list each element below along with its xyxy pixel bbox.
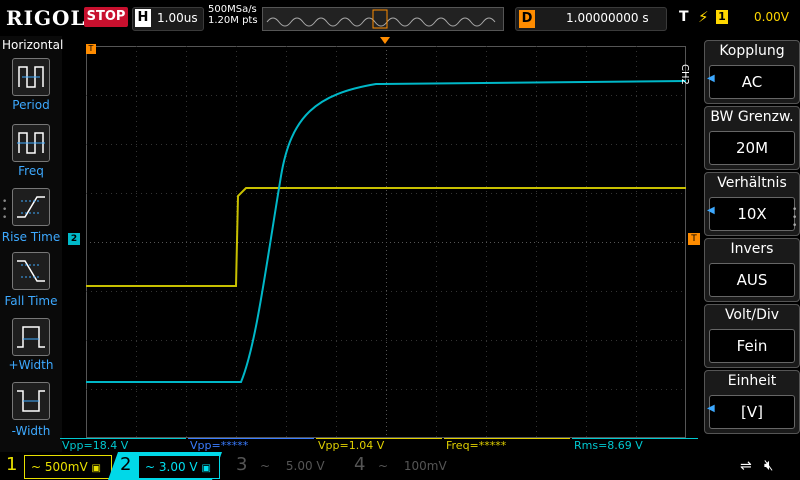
channel-4-scale[interactable]: ~ 100mV <box>372 455 468 477</box>
left-arrow-icon: ◀ <box>707 73 715 84</box>
menu-volt-div[interactable]: Volt/Div Fein <box>704 304 800 368</box>
rising-edge-icon: ⚡ <box>698 8 709 26</box>
bw-limit-icon: ▣ <box>91 463 101 474</box>
minus-width-icon[interactable] <box>12 382 50 420</box>
menu-item-rise-time[interactable]: Rise Time <box>0 230 62 244</box>
menu-bw-limit-title: BW Grenzw. <box>710 109 794 125</box>
channel-settings-menu: Kopplung AC ◀ BW Grenzw. 20M Verhältnis … <box>704 40 800 436</box>
trigger-label: T <box>679 9 689 25</box>
menu-invert-title: Invers <box>730 241 774 257</box>
measurement-bar: Vpp=18.4 V Vpp=***** Vpp=1.04 V Freq=***… <box>60 438 700 452</box>
rigol-logo: RIGOL <box>6 6 86 30</box>
speaker-muted-icon[interactable]: 🔇︎ <box>764 456 773 474</box>
channel-1-scale-value: 500mV <box>44 460 88 474</box>
delay-value: 1.00000000 s <box>566 11 649 25</box>
menu-title: Horizontal <box>2 38 64 52</box>
menu-scroll-dots: • • • <box>792 205 798 231</box>
channel-tag: CH2 <box>679 64 690 85</box>
menu-coupling-value[interactable]: AC <box>709 65 795 99</box>
memory-overview-strip[interactable] <box>262 7 504 31</box>
rise-time-icon[interactable] <box>12 188 50 226</box>
ac-coupling-icon: ~ <box>260 459 271 473</box>
ac-coupling-icon: ~ <box>31 460 42 474</box>
ac-coupling-icon: ~ <box>378 459 389 473</box>
channel-2-number[interactable]: 2 <box>120 454 131 475</box>
channel-1-number[interactable]: 1 <box>6 454 17 475</box>
trigger-box[interactable]: T ⚡ 1 0.00V <box>676 7 796 29</box>
memory-waveform-icon <box>266 9 496 29</box>
channel-4-scale-value: 100mV <box>403 459 447 473</box>
sample-rate: 500MSa/s <box>208 4 257 15</box>
fall-time-icon[interactable] <box>12 252 50 290</box>
ch2-offset-marker[interactable]: 2 <box>68 233 80 245</box>
menu-invert-value[interactable]: AUS <box>709 263 795 297</box>
channel-3-scale[interactable]: ~ 5.00 V <box>254 455 350 477</box>
timebase-box[interactable]: H 1.00us <box>132 7 204 31</box>
bw-limit-icon: ▣ <box>201 463 211 474</box>
memory-points: 1.20M pts <box>208 15 258 26</box>
channel-3-scale-value: 5.00 V <box>285 459 325 473</box>
menu-item-fall-time[interactable]: Fall Time <box>0 294 62 308</box>
channel-2-scale[interactable]: ~ 3.00 V ▣ <box>138 455 220 479</box>
freq-icon[interactable] <box>12 124 50 162</box>
measurement-ch2-vpp[interactable]: Vpp=18.4 V <box>60 438 186 452</box>
trigger-level-marker[interactable]: T <box>688 233 700 245</box>
menu-unit-value[interactable]: [V] <box>709 395 795 429</box>
trigger-source: 1 <box>716 10 728 24</box>
channel-1-scale[interactable]: ~ 500mV ▣ <box>24 455 112 479</box>
menu-item-freq[interactable]: Freq <box>0 164 62 178</box>
menu-probe-ratio[interactable]: Verhältnis 10X ◀ <box>704 172 800 236</box>
menu-unit-title: Einheit <box>727 373 777 389</box>
menu-item-period[interactable]: Period <box>0 98 62 112</box>
trigger-level: 0.00V <box>754 10 789 24</box>
trigger-time-marker <box>380 37 390 44</box>
measurement-ch1-vpp[interactable]: Vpp=1.04 V <box>316 438 442 452</box>
channel-3-number[interactable]: 3 <box>236 454 247 475</box>
menu-coupling-title: Kopplung <box>719 43 785 59</box>
measurement-vpp-invalid[interactable]: Vpp=***** <box>188 438 314 452</box>
ac-coupling-icon: ~ <box>145 460 156 474</box>
plus-width-icon[interactable] <box>12 318 50 356</box>
horizontal-label: H <box>135 9 151 27</box>
sample-info: 500MSa/s 1.20M pts <box>208 4 258 26</box>
run-stop-status[interactable]: STOP <box>84 7 128 27</box>
menu-scroll-dots: • • • <box>2 197 8 223</box>
menu-volt-div-value[interactable]: Fein <box>709 329 795 363</box>
horizontal-measure-menu: Horizontal • • • Period Freq Rise Time Fal… <box>0 36 64 456</box>
measurement-rms[interactable]: Rms=8.69 V <box>572 438 698 452</box>
usb-icon: ⇌ <box>740 458 752 474</box>
left-arrow-icon: ◀ <box>707 403 715 414</box>
top-status-bar: RIGOL STOP H 1.00us 500MSa/s 1.20M pts D… <box>0 0 800 36</box>
waveform-grid <box>86 46 687 438</box>
menu-coupling[interactable]: Kopplung AC ◀ <box>704 40 800 104</box>
channel-bar: 1 ~ 500mV ▣ 2 ~ 3.00 V ▣ 3 ~ 5.00 V 4 ~ … <box>0 452 800 480</box>
trigger-position-marker: T <box>86 44 96 54</box>
menu-unit[interactable]: Einheit [V] ◀ <box>704 370 800 434</box>
channel-2-scale-value: 3.00 V <box>158 460 198 474</box>
menu-item-plus-width[interactable]: +Width <box>0 358 62 372</box>
menu-volt-div-title: Volt/Div <box>724 307 780 323</box>
waveform-display[interactable] <box>86 46 687 438</box>
left-arrow-icon: ◀ <box>707 205 715 216</box>
measurement-freq[interactable]: Freq=***** <box>444 438 570 452</box>
delay-box[interactable]: D 1.00000000 s <box>515 7 667 31</box>
delay-label: D <box>519 10 535 28</box>
menu-probe-ratio-value[interactable]: 10X <box>709 197 795 231</box>
menu-invert[interactable]: Invers AUS <box>704 238 800 302</box>
menu-bw-limit-value[interactable]: 20M <box>709 131 795 165</box>
menu-bw-limit[interactable]: BW Grenzw. 20M <box>704 106 800 170</box>
menu-probe-ratio-title: Verhältnis <box>717 175 787 191</box>
channel-4-number[interactable]: 4 <box>354 454 365 475</box>
period-icon[interactable] <box>12 58 50 96</box>
menu-item-minus-width[interactable]: -Width <box>0 424 62 438</box>
timebase-value: 1.00us <box>157 11 198 25</box>
